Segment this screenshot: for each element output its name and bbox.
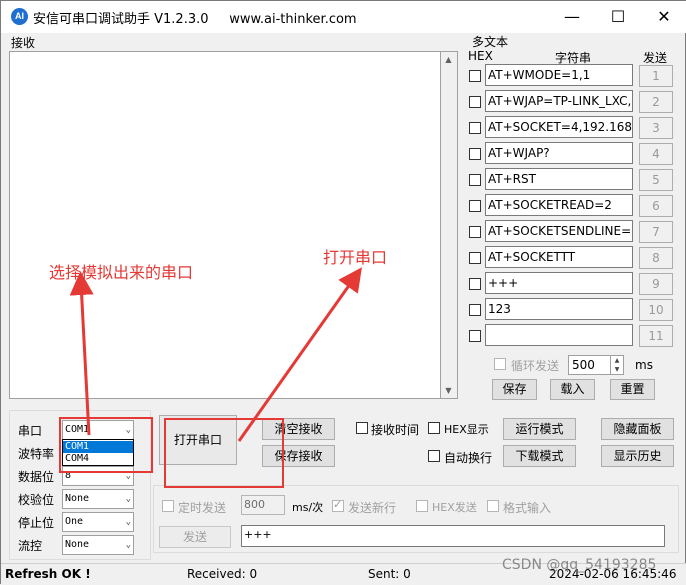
arrow-to-port — [69, 271, 94, 436]
annotation-arrows — [69, 267, 362, 442]
app-window: AI 安信可串口调试助手 V1.2.3.0 www.ai-thinker.com… — [0, 0, 686, 585]
arrow-to-open — [237, 267, 362, 442]
